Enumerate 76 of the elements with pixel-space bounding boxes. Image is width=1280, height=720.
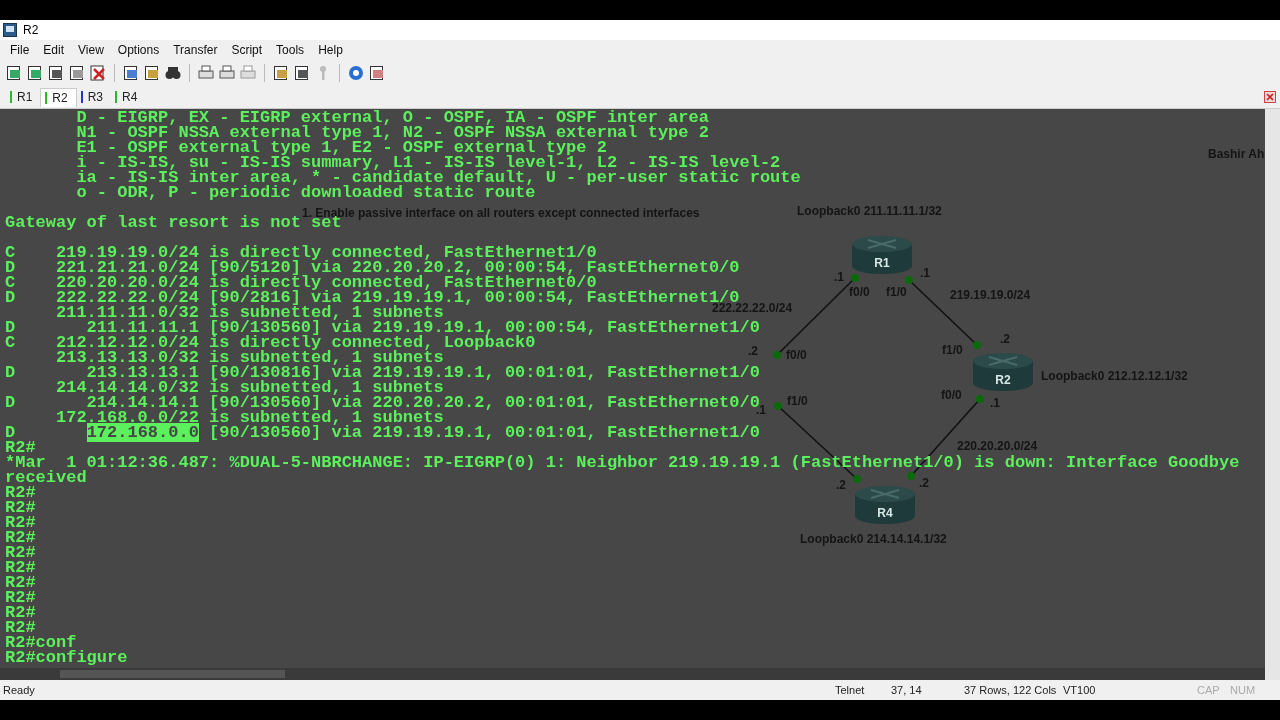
terminal-line: R2#conf [5,635,77,650]
menu-item[interactable]: Script [231,42,271,58]
terminal-line: R2# [5,560,36,575]
disconnect-icon[interactable] [90,65,106,81]
terminal-line: R2# [5,575,36,590]
terminal-line: D 213.13.13.1 [90/130816] via 219.19.19.1, 00:01:01, FastEthernet1/0 [5,365,760,380]
terminal-line: R2# [5,590,36,605]
vertical-scrollbar[interactable] [1265,109,1280,680]
terminal-line: C 212.12.12.0/24 is directly connected, Loopback0 [5,335,536,350]
terminal-line: 211.11.11.0/32 is subnetted, 1 subnets [55,305,444,320]
terminal-line: E1 - OSPF external type 1, E2 - OSPF external type 2 [75,140,607,155]
session-tab[interactable]: R4 [111,88,146,106]
terminal-line: D - EIGRP, EX - EIGRP external, O - OSPF, IA - OSPF inter area [75,110,709,125]
terminal-line: o - ODR, P - periodic downloaded static route [75,185,536,200]
terminal-line: C 219.19.19.0/24 is directly connected, FastEthernet1/0 [5,245,597,260]
menu-item[interactable]: Transfer [173,42,226,58]
menu-item[interactable]: Edit [43,42,73,58]
window-title: R2 [23,23,39,37]
menu-item[interactable]: View [78,42,112,58]
status-field: Ready [3,684,35,696]
port-dot [773,351,781,359]
port-dot [853,475,861,483]
port-dot [851,274,859,282]
terminal-line: i - IS-IS, su - IS-IS summary, L1 - IS-IS level-1, L2 - IS-IS level-2 [75,155,781,170]
horizontal-scrollbar[interactable] [0,668,1265,680]
port-dot [774,402,782,410]
terminal-line: R2# [5,500,36,515]
terminal-line: ia - IS-IS inter area, * - candidate default, U - per-user static route [75,170,801,185]
session-tab[interactable]: R3 [76,88,112,106]
router-label: R1 [874,256,890,270]
terminal-line: R2# [5,515,36,530]
terminal-line: R2# [5,620,36,635]
router-label: R4 [877,506,893,520]
terminal-line: C 220.20.20.0/24 is directly connected, FastEthernet0/0 [5,275,597,290]
status-field: Telnet [835,684,891,696]
terminal-line: R2# [5,605,36,620]
router-label: R2 [995,373,1011,387]
status-field: VT100 [1063,684,1197,696]
status-field: 37, 14 [891,684,964,696]
find-icon[interactable] [165,65,181,81]
app-icon [3,23,17,37]
router [973,353,1033,391]
print-icon[interactable] [198,65,214,81]
port-dot [905,276,913,284]
menu-item[interactable]: File [10,42,38,58]
session-tab[interactable]: R2 [40,87,77,107]
terminal-line: *Mar 1 01:12:36.487: %DUAL-5-NBRCHANGE: IP-EIGRP(0) 1: Neighbor 219.19.19.1 (FastEthernet1/0) is down: Interface Goodbye [5,455,1240,470]
router [855,486,915,524]
help-icon[interactable] [348,65,364,81]
terminal-line: N1 - OSPF NSSA external type 1, N2 - OSPF NSSA external type 2 [75,125,709,140]
menu-item[interactable]: Tools [276,42,313,58]
terminal-line: D 172.168.0.0 [90/130560] via 219.19.19.1, 00:01:01, FastEthernet1/0 [5,425,760,440]
router [852,236,912,274]
terminal-line: D 211.11.11.1 [90/130560] via 219.19.19.1, 00:00:54, FastEthernet1/0 [5,320,760,335]
menu-item[interactable]: Options [117,42,168,58]
menu-item[interactable]: Help [318,42,351,58]
port-dot [907,472,915,480]
terminal-line: R2# [5,530,36,545]
status-field: 37 Rows, 122 Cols [964,684,1063,696]
terminal-line: D 214.14.14.1 [90/130560] via 220.20.20.2, 00:01:01, FastEthernet0/0 [5,395,760,410]
port-dot [976,395,984,403]
print-icon[interactable] [219,65,235,81]
close-icon[interactable] [1264,91,1276,103]
terminal-line: 214.14.14.0/32 is subnetted, 1 subnets [55,380,444,395]
status-field: CAP [1197,684,1230,696]
terminal-line: received [5,470,87,485]
port-dot [973,341,981,349]
terminal-line: R2# [5,545,36,560]
terminal-line: R2# [5,440,36,455]
terminal-line: R2# [5,485,36,500]
session-tab[interactable]: R1 [6,88,41,106]
terminal-line: 172.168.0.0/22 is subnetted, 1 subnets [55,410,444,425]
terminal-line: R2#configure [5,650,128,665]
status-field: NUM [1230,684,1280,696]
terminal-line: 213.13.13.0/32 is subnetted, 1 subnets [55,350,444,365]
terminal-line: D 221.21.21.0/24 [90/5120] via 220.20.20.2, 00:00:54, FastEthernet0/0 [5,260,740,275]
